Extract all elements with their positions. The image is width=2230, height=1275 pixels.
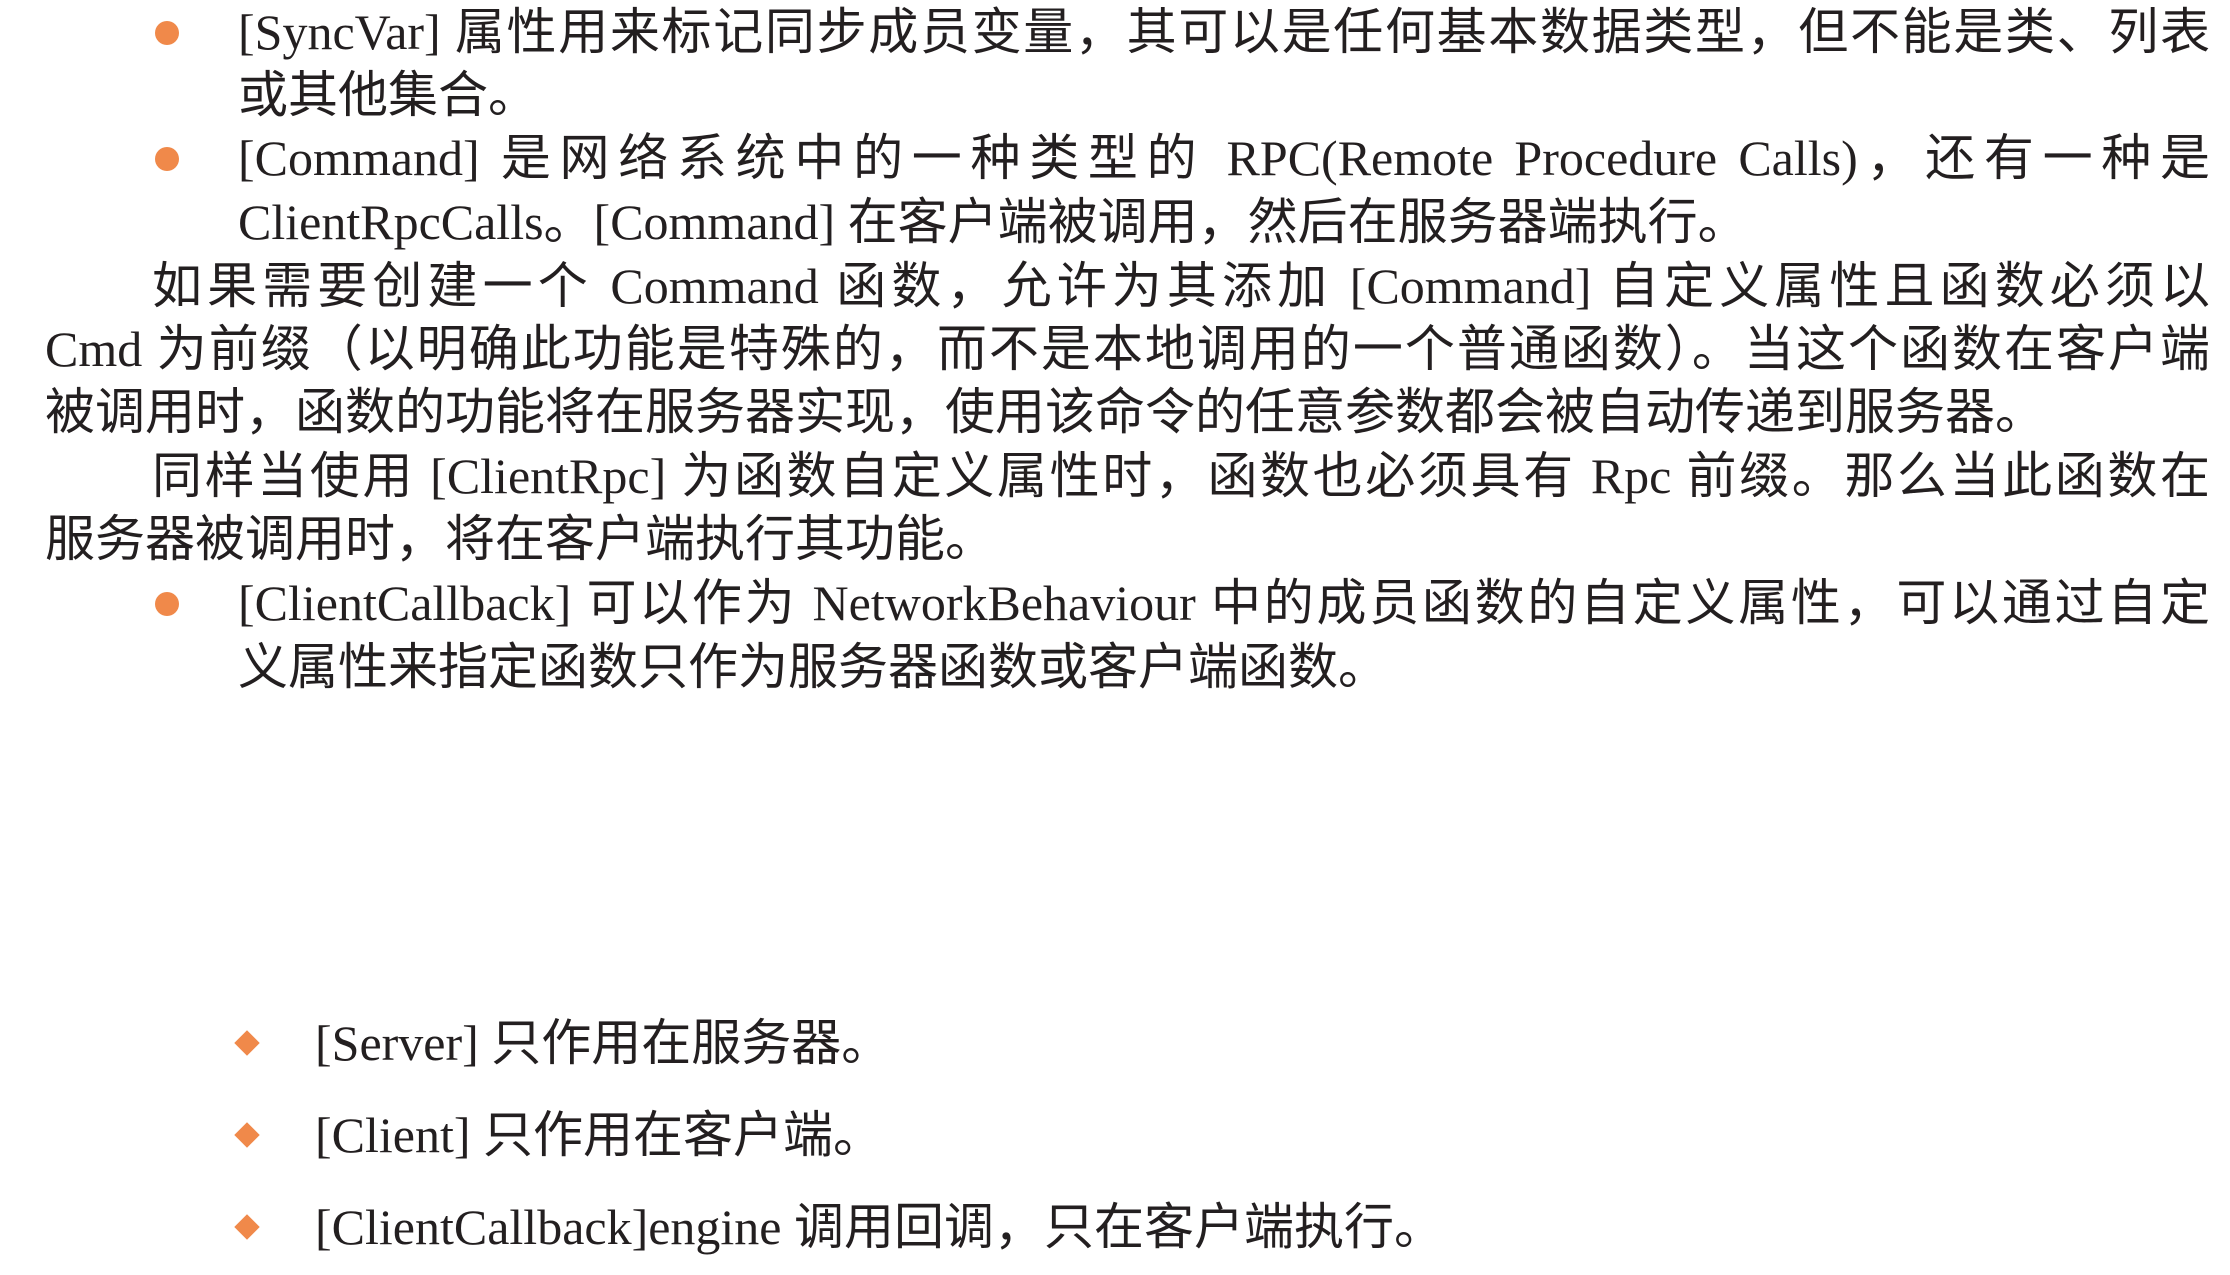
orange-diamond-bullet-icon [234, 1030, 260, 1056]
orange-diamond-bullet-icon [234, 1122, 260, 1148]
subitem-clientcallback-engine: [ClientCallback]engine 调用回调，只在客户端执行。 [315, 1199, 1445, 1255]
command-line-1: [Command] 是网络系统中的一种类型的 RPC(Remote Proced… [238, 130, 2210, 186]
subitem-client: [Client] 只作用在客户端。 [315, 1107, 884, 1163]
command-line-2: ClientRpcCalls。[Command] 在客户端被调用，然后在服务器端… [238, 194, 1748, 250]
syncvar-line-2: 或其他集合。 [238, 67, 538, 123]
syncvar-line-1: [SyncVar] 属性用来标记同步成员变量，其可以是任何基本数据类型，但不能是… [238, 4, 2210, 60]
paragraph-2-line-1: 同样当使用 [ClientRpc] 为函数自定义属性时，函数也必须具有 Rpc … [152, 448, 2210, 504]
paragraph-1-line-2: Cmd 为前缀（以明确此功能是特殊的，而不是本地调用的一个普通函数）。当这个函数… [45, 321, 2210, 377]
orange-dot-bullet-icon [155, 21, 179, 45]
orange-dot-bullet-icon [155, 147, 179, 171]
orange-diamond-bullet-icon [234, 1214, 260, 1240]
clientcallback-line-1: [ClientCallback] 可以作为 NetworkBehaviour 中… [238, 575, 2210, 631]
paragraph-2-line-2: 服务器被调用时，将在客户端执行其功能。 [45, 511, 995, 567]
document-page: [SyncVar] 属性用来标记同步成员变量，其可以是任何基本数据类型，但不能是… [0, 0, 2230, 1275]
clientcallback-line-2: 义属性来指定函数只作为服务器函数或客户端函数。 [238, 639, 1388, 695]
paragraph-1-line-3: 被调用时，函数的功能将在服务器实现，使用该命令的任意参数都会被自动传递到服务器。 [45, 384, 2045, 440]
subitem-server: [Server] 只作用在服务器。 [315, 1015, 892, 1071]
orange-dot-bullet-icon [155, 592, 179, 616]
paragraph-1-line-1: 如果需要创建一个 Command 函数，允许为其添加 [Command] 自定义… [152, 258, 2210, 314]
